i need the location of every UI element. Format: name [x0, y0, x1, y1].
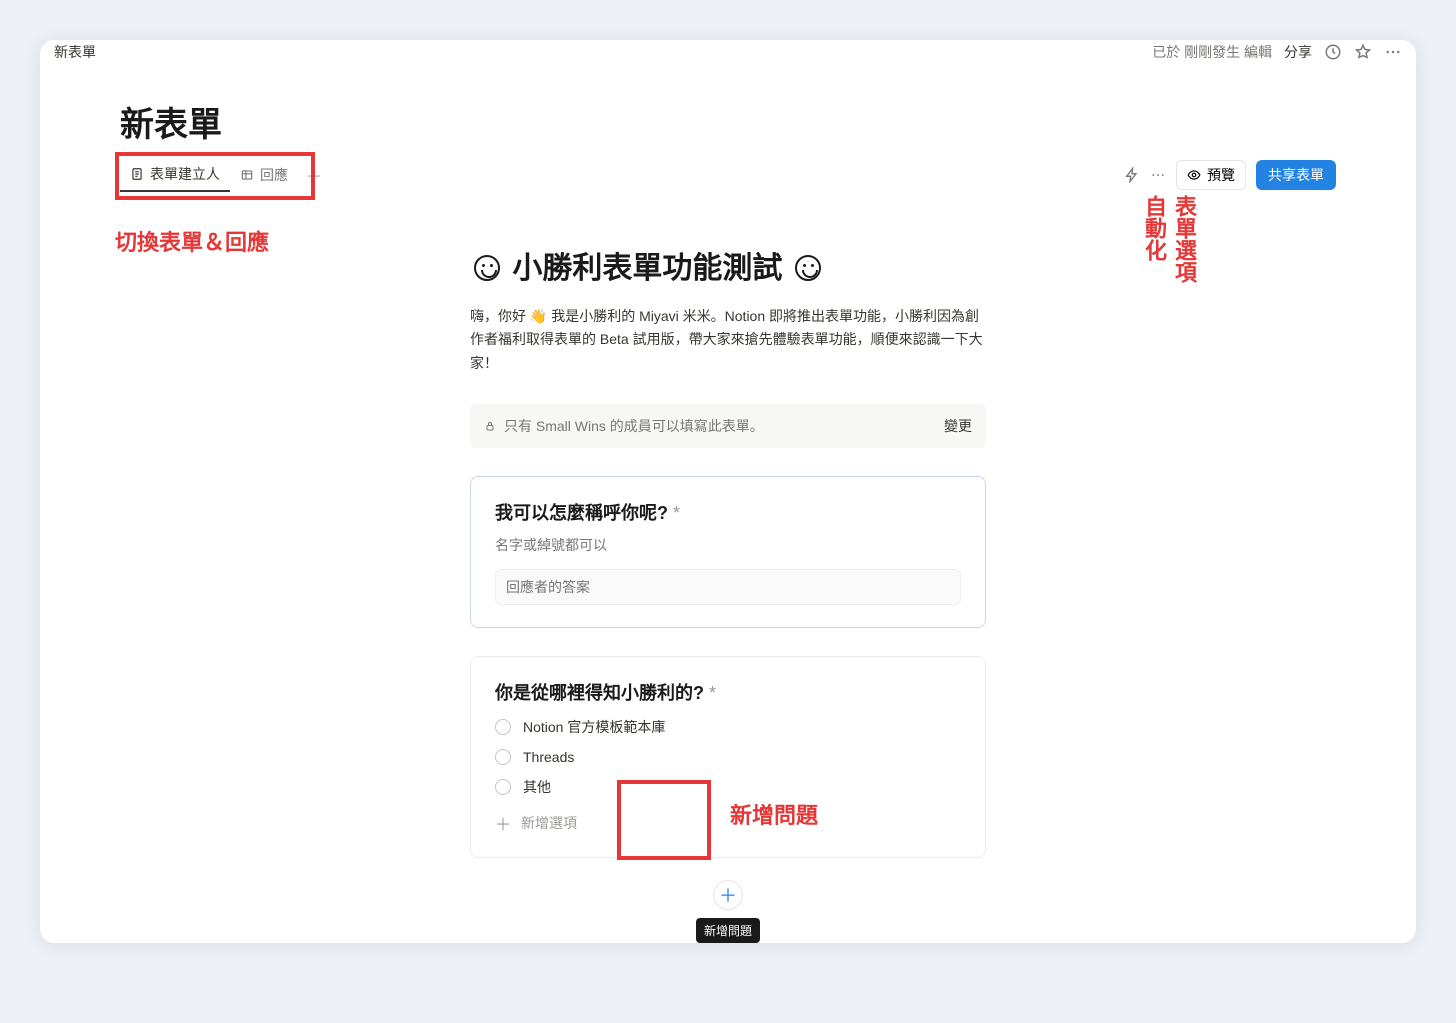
form-icon [130, 167, 144, 181]
tab-responses-label: 回應 [260, 165, 288, 185]
more-icon[interactable] [1384, 43, 1402, 61]
access-change-button[interactable]: 變更 [944, 416, 972, 436]
more-options-icon[interactable] [1150, 167, 1166, 183]
option-row[interactable]: 其他 [495, 777, 961, 797]
q2-title-text: 你是從哪裡得知小勝利的? [495, 683, 704, 703]
q1-title-text: 我可以怎麼稱呼你呢? [495, 503, 668, 523]
smiley-icon [795, 255, 821, 281]
tab-form-builder[interactable]: 表單建立人 [120, 158, 230, 192]
add-question-area: ＋ 新增問題 [470, 880, 986, 943]
option-row[interactable]: Threads [495, 749, 961, 765]
smiley-icon [474, 255, 500, 281]
breadcrumb[interactable]: 新表單 [54, 42, 96, 62]
tab-builder-label: 表單建立人 [150, 164, 220, 184]
clock-icon[interactable] [1324, 43, 1342, 61]
page-title[interactable]: 新表單 [120, 97, 1336, 146]
question-title[interactable]: 我可以怎麼稱呼你呢? * [495, 499, 961, 525]
tab-responses[interactable]: 回應 [230, 158, 298, 192]
option-label: Notion 官方模板範本庫 [523, 717, 665, 737]
question-card-2[interactable]: 你是從哪裡得知小勝利的? * Notion 官方模板範本庫 Threads 其他… [470, 656, 986, 858]
required-mark: * [673, 503, 680, 523]
required-mark: * [709, 683, 716, 703]
annotation-label: 自動化 [1142, 195, 1166, 261]
question-subtitle[interactable]: 名字或綽號都可以 [495, 535, 961, 555]
preview-label: 預覽 [1207, 165, 1235, 185]
annotation-label: 切換表單＆回應 [115, 225, 269, 257]
topbar-actions: 已於 剛剛發生 編輯 分享 [1152, 42, 1402, 62]
radio-icon [495, 749, 511, 765]
add-option-label: 新增選項 [521, 813, 577, 833]
access-text: 只有 Small Wins 的成員可以填寫此表單。 [504, 416, 764, 436]
topbar: 新表單 已於 剛剛發生 編輯 分享 [40, 40, 1416, 65]
option-label: Threads [523, 749, 574, 765]
question-title[interactable]: 你是從哪裡得知小勝利的? * [495, 679, 961, 705]
add-tab-button[interactable]: ＋ [298, 163, 330, 187]
share-button[interactable]: 分享 [1284, 42, 1312, 62]
eye-icon [1187, 168, 1201, 182]
question-card-1[interactable]: 我可以怎麼稱呼你呢? * 名字或綽號都可以 [470, 476, 986, 628]
access-note: 只有 Small Wins 的成員可以填寫此表單。 變更 [470, 404, 986, 448]
toolbar-right: 預覽 共享表單 [1124, 160, 1336, 190]
form-description[interactable]: 嗨，你好 👋 我是小勝利的 Miyavi 米米。Notion 即將推出表單功能，… [470, 305, 986, 376]
share-form-button[interactable]: 共享表單 [1256, 160, 1336, 190]
add-question-tooltip: 新增問題 [696, 918, 760, 943]
radio-icon [495, 719, 511, 735]
add-question-button[interactable]: ＋ [713, 880, 743, 910]
edited-label: 已於 剛剛發生 編輯 [1152, 42, 1272, 62]
add-option-button[interactable]: ＋ 新增選項 [495, 811, 961, 835]
preview-button[interactable]: 預覽 [1176, 160, 1246, 190]
annotation-label: 表單選項 [1172, 195, 1196, 283]
tabs-group: 表單建立人 回應 ＋ [120, 158, 330, 192]
option-row[interactable]: Notion 官方模板範本庫 [495, 717, 961, 737]
form-title[interactable]: 小勝利表單功能測試 [470, 243, 986, 287]
tabs-row: 表單建立人 回應 ＋ 預覽 共享表單 [120, 158, 1336, 193]
table-icon [240, 168, 254, 182]
page-body: 新表單 表單建立人 回應 ＋ [40, 65, 1416, 943]
app-window: 新表單 已於 剛剛發生 編輯 分享 新表單 表單建立人 [40, 40, 1416, 943]
answer-input[interactable] [495, 569, 961, 605]
plus-icon: ＋ [495, 811, 511, 835]
lock-icon [484, 420, 496, 432]
star-icon[interactable] [1354, 43, 1372, 61]
annotation-label: 新增問題 [730, 798, 818, 830]
form-title-text: 小勝利表單功能測試 [512, 252, 782, 285]
option-label: 其他 [523, 777, 551, 797]
radio-icon [495, 779, 511, 795]
bolt-icon[interactable] [1124, 167, 1140, 183]
form-area: 小勝利表單功能測試 嗨，你好 👋 我是小勝利的 Miyavi 米米。Notion… [470, 243, 986, 943]
